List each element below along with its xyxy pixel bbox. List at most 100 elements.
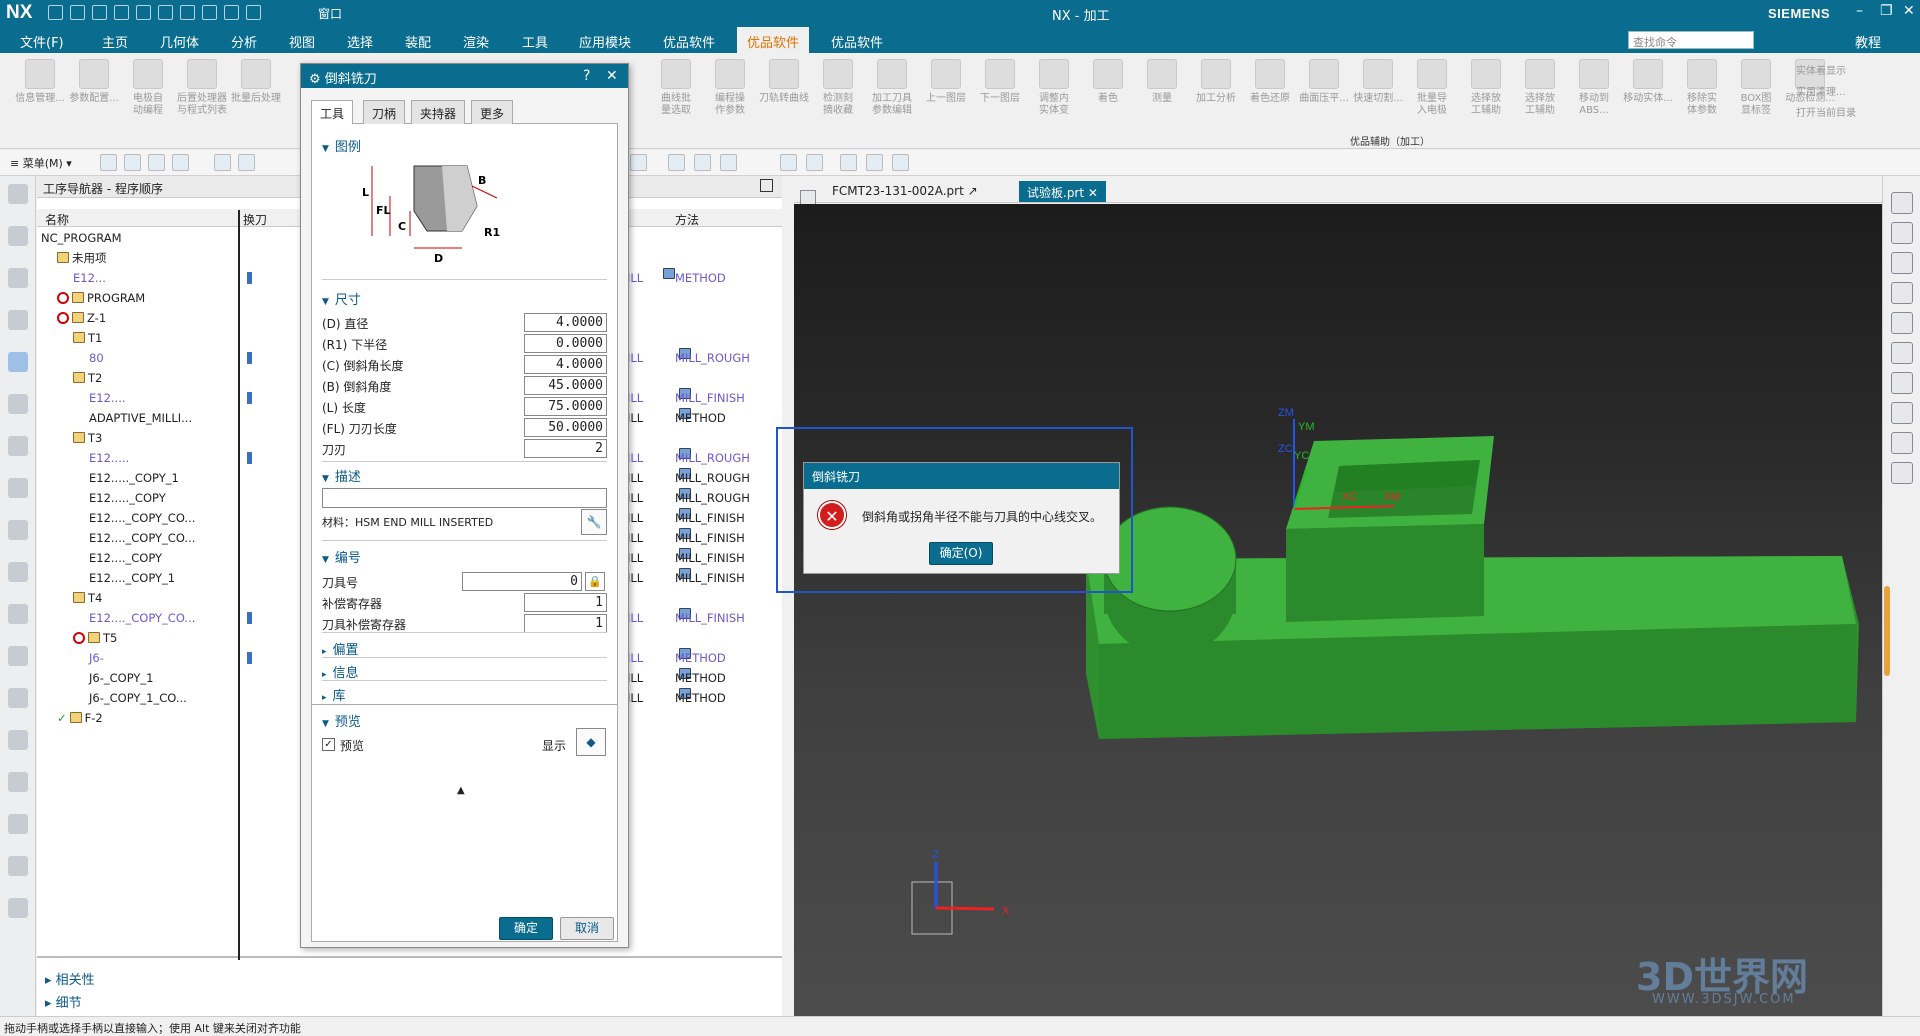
numbering-input[interactable]: 1 (524, 593, 607, 612)
ribbon-button[interactable]: 选择放 工辅助 (1514, 59, 1566, 117)
dimension-input[interactable]: 45.0000 (524, 376, 607, 395)
numbering-input[interactable]: 1 (524, 614, 607, 633)
delete-icon[interactable] (180, 5, 195, 20)
roles-icon[interactable] (8, 814, 28, 834)
ribbon-button[interactable]: 下一图层 (974, 59, 1026, 105)
wrench-icon[interactable]: 🔧 (581, 509, 607, 535)
shade-icon[interactable] (780, 154, 797, 171)
clock-icon[interactable] (8, 730, 28, 750)
tab-tool[interactable]: 工具 (311, 100, 354, 125)
side-item-solid-display[interactable]: 实体着显示 (1796, 61, 1856, 82)
ribbon-button[interactable]: 加工分析 (1190, 59, 1242, 105)
feature-navigator-icon[interactable] (8, 436, 28, 456)
col-header-toolchange[interactable]: 换刀 (239, 209, 275, 227)
reuse-library-icon[interactable] (8, 478, 28, 498)
dependency-section[interactable]: ▸ 相关性 (45, 969, 95, 988)
ribbon-button[interactable]: 参数配置... (68, 59, 120, 105)
menu-youpin-3[interactable]: 优品软件 (831, 32, 883, 51)
dimension-input[interactable]: 4.0000 (524, 313, 607, 332)
scroll-handle[interactable] (1884, 586, 1890, 676)
copy-icon[interactable] (136, 5, 151, 20)
ok-button[interactable]: 确定 (499, 917, 553, 940)
ribbon-button[interactable]: 着色还原 (1244, 59, 1296, 105)
col-header-name[interactable]: 名称 (37, 209, 239, 227)
window-menu[interactable]: 窗口 (318, 5, 342, 22)
menu-youpin-1[interactable]: 优品软件 (663, 32, 715, 51)
paste-icon[interactable] (158, 5, 173, 20)
shaded-icon[interactable] (1891, 222, 1913, 244)
ribbon-button[interactable]: 刀轨转曲线 (758, 59, 810, 105)
cam-icon[interactable] (8, 898, 28, 918)
show-tool-button[interactable]: ◆ (576, 728, 606, 756)
hide-icon[interactable] (866, 154, 883, 171)
constraint-navigator-icon[interactable] (8, 268, 28, 288)
play-icon[interactable] (1891, 402, 1913, 424)
process-studio-icon[interactable] (8, 646, 28, 666)
ribbon-button[interactable]: 批量导 入电极 (1406, 59, 1458, 117)
ribbon-button[interactable]: 移动实体... (1622, 59, 1674, 105)
dimension-input[interactable]: 75.0000 (524, 397, 607, 416)
menu-analysis[interactable]: 分析 (231, 32, 257, 51)
cancel-button[interactable]: 取消 (560, 917, 614, 940)
window-icon[interactable] (246, 5, 261, 20)
numbering-input[interactable]: 0 (462, 572, 582, 591)
redo-icon[interactable] (92, 5, 107, 20)
collapse-arrow-icon[interactable]: ▲ (457, 785, 465, 796)
ribbon-button[interactable]: 曲线批 量选取 (650, 59, 702, 117)
side-item-cleanup[interactable]: 实用清理... (1796, 82, 1856, 103)
ribbon-button[interactable]: 信息管理... (14, 59, 66, 105)
ribbon-button[interactable]: 批量后处理 (230, 59, 282, 105)
ribbon-button[interactable]: 曲面压平... (1298, 59, 1350, 105)
fit-icon[interactable] (1891, 342, 1913, 364)
dialog-close-icon[interactable]: ✕ (606, 68, 618, 84)
history-icon[interactable] (8, 604, 28, 624)
window-frame-icon[interactable] (1891, 312, 1913, 334)
invert-icon[interactable] (892, 154, 909, 171)
ribbon-button[interactable]: 调整内 实体变 (1028, 59, 1080, 117)
point-icon[interactable] (668, 154, 685, 171)
touch-mode-icon[interactable] (224, 5, 239, 20)
favorite-3-icon[interactable] (1891, 462, 1913, 484)
side-item-open-dir[interactable]: 打开当前目录 (1796, 103, 1856, 124)
ribbon-button[interactable]: 电极自 动编程 (122, 59, 174, 117)
hide-show-icon[interactable] (1891, 252, 1913, 274)
ribbon-button[interactable]: 着色 (1082, 59, 1134, 105)
selection-filter-icon[interactable] (100, 154, 117, 171)
system-scene-icon[interactable] (8, 856, 28, 876)
favorite-2-icon[interactable] (1891, 432, 1913, 454)
favorite-icon[interactable] (1891, 372, 1913, 394)
menu-youpin-2[interactable]: 优品软件 (737, 27, 810, 53)
ribbon-button[interactable]: 快速切割... (1352, 59, 1404, 105)
tab-fcmt-file[interactable]: FCMT23-131-002A.prt ↗ (824, 181, 986, 202)
section-info[interactable]: ▸ 信息 (322, 662, 359, 681)
dimension-input[interactable]: 2 (524, 439, 607, 458)
description-input[interactable] (322, 488, 607, 508)
menu-file[interactable]: 文件(F) (20, 32, 64, 51)
repeat-command-icon[interactable] (202, 5, 217, 20)
maximize-panel-icon[interactable] (760, 179, 773, 192)
section-dimensions[interactable]: ▼ 尺寸 (322, 289, 361, 308)
lock-icon[interactable]: 🔒 (585, 572, 605, 591)
ribbon-button[interactable]: 检测刻 摘收藏 (812, 59, 864, 117)
color-icon[interactable] (8, 772, 28, 792)
details-section[interactable]: ▸ 细节 (45, 992, 82, 1011)
col-header-method[interactable]: 方法 (671, 209, 782, 227)
graphics-window[interactable]: ZM YM ZC YC XM XC Z X 3D世界网 WWW.3DSJW.CO… (794, 204, 1882, 1016)
ribbon-button[interactable]: 测量 (1136, 59, 1188, 105)
snap-icon[interactable] (630, 154, 647, 171)
geometry-view-icon[interactable] (172, 154, 189, 171)
cut-icon[interactable] (114, 5, 129, 20)
tutorial-link[interactable]: 教程 (1855, 32, 1881, 51)
tab-test-plate-file[interactable]: 试验板.prt ✕ (1019, 181, 1106, 202)
help-icon[interactable]: ? (583, 68, 590, 84)
minimize-button[interactable]: – (1856, 3, 1863, 19)
ribbon-button[interactable]: 编程操 作参数 (704, 59, 756, 117)
machine-navigator-icon[interactable] (8, 394, 28, 414)
section-offset[interactable]: ▸ 偏置 (322, 639, 359, 658)
error-ok-button[interactable]: 确定(O) (929, 542, 993, 565)
hd3d-icon[interactable] (8, 520, 28, 540)
assembly-navigator-icon[interactable] (8, 226, 28, 246)
settings-icon[interactable] (8, 184, 28, 204)
section-numbering[interactable]: ▼ 编号 (322, 547, 361, 566)
part-navigator-icon[interactable] (8, 310, 28, 330)
